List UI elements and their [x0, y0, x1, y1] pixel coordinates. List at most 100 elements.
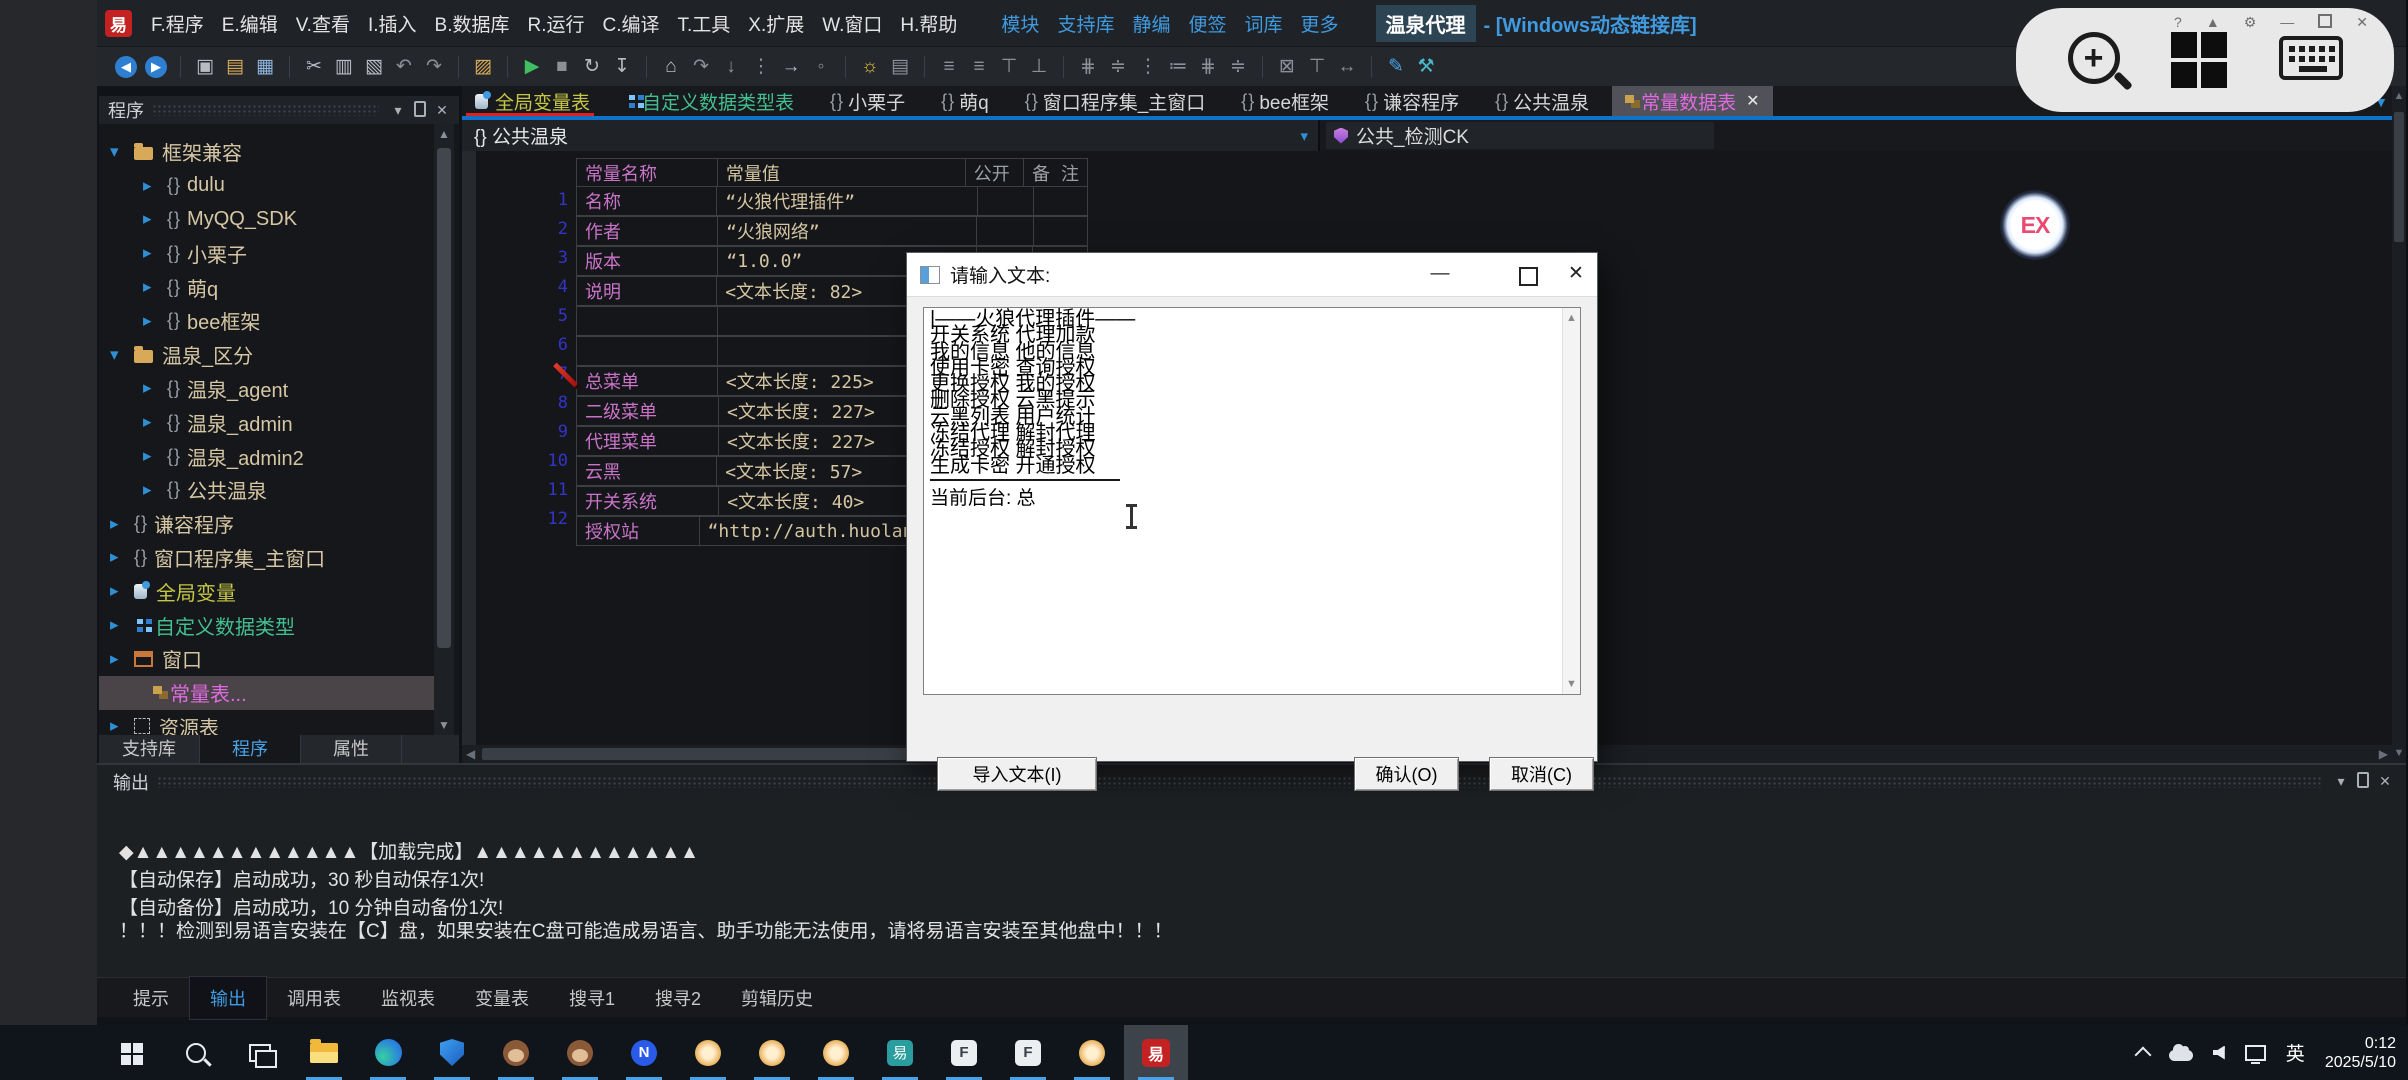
- bottom-tab-call-table[interactable]: 调用表: [267, 977, 361, 1019]
- separator[interactable]: [449, 56, 459, 78]
- constant-note-cell[interactable]: [1033, 217, 1088, 246]
- task-view-button[interactable]: [228, 1025, 292, 1080]
- settings-icon[interactable]: [2244, 14, 2257, 31]
- separator[interactable]: [836, 56, 846, 78]
- menu-extend[interactable]: X.扩展: [739, 6, 813, 41]
- tiger-app3-icon[interactable]: [804, 1025, 868, 1080]
- menu-sticky-note[interactable]: 便签: [1179, 6, 1235, 41]
- sidebar-tab-properties[interactable]: 属性: [301, 735, 402, 763]
- scope-selector[interactable]: {} 公共温泉: [462, 120, 1320, 151]
- insert-snippet-icon[interactable]: ▨: [468, 55, 498, 78]
- scope-dropdown-icon[interactable]: [1300, 127, 1308, 145]
- import-text-button[interactable]: 导入文本(I): [937, 757, 1097, 791]
- notes-icon[interactable]: ▤: [885, 55, 915, 78]
- tree-expander-icon[interactable]: ▸: [143, 176, 167, 196]
- messenger-app-icon[interactable]: N: [612, 1025, 676, 1080]
- cancel-button[interactable]: 取消(C): [1489, 757, 1594, 791]
- breakpoint-icon[interactable]: ◦: [806, 56, 836, 78]
- tree-wenquan-admin[interactable]: ▸ { } 温泉_admin: [99, 405, 434, 439]
- scroll-up-icon[interactable]: [434, 127, 454, 141]
- cut-icon[interactable]: ✂: [299, 55, 329, 78]
- menu-support-lib[interactable]: 支持库: [1048, 6, 1123, 41]
- constant-name-cell[interactable]: 名称: [577, 187, 717, 216]
- monkey-app2-icon[interactable]: [548, 1025, 612, 1080]
- scrollbar-thumb[interactable]: [437, 148, 451, 648]
- tree-myqq-sdk[interactable]: ▸ { } MyQQ_SDK: [99, 203, 434, 237]
- menu-program[interactable]: F.程序: [142, 6, 213, 41]
- menu-help[interactable]: H.帮助: [891, 6, 966, 41]
- tree-dulu[interactable]: ▸ { } dulu: [99, 169, 434, 203]
- constant-name-cell[interactable]: 说明: [577, 277, 717, 306]
- tip-icon[interactable]: ☼: [855, 56, 885, 78]
- new-file-icon[interactable]: ▣: [190, 55, 220, 78]
- tree-expander-icon[interactable]: ▸: [143, 378, 167, 398]
- onedrive-icon[interactable]: [2169, 1050, 2193, 1061]
- ex-floating-badge[interactable]: EX: [2000, 190, 2070, 260]
- tree-qianrong-program[interactable]: ▸ { } 谦容程序: [99, 507, 434, 541]
- compile-icon[interactable]: ↧: [607, 55, 637, 78]
- edge-browser-icon[interactable]: [356, 1025, 420, 1080]
- menu-tools[interactable]: T.工具: [669, 6, 740, 41]
- tree-expander-icon[interactable]: ▸: [110, 581, 134, 601]
- tree-custom-data-types[interactable]: ▸ 自定义数据类型: [99, 608, 434, 642]
- menu-edit[interactable]: E.编辑: [213, 6, 287, 41]
- menu-window[interactable]: W.窗口: [813, 6, 891, 41]
- v-space-icon[interactable]: ≔: [1163, 55, 1193, 78]
- menu-compile[interactable]: C.编译: [593, 6, 668, 41]
- bottom-tab-clip-history[interactable]: 剪辑历史: [721, 977, 833, 1019]
- tiger-app4-icon[interactable]: [1060, 1025, 1124, 1080]
- tree-const-table[interactable]: 常量表...: [99, 676, 434, 710]
- tree-expander-icon[interactable]: ▾: [110, 345, 134, 365]
- constant-value-cell[interactable]: “火狼网络”: [718, 217, 977, 246]
- close-icon[interactable]: [1559, 259, 1593, 289]
- tree-window[interactable]: ▸ 窗口: [99, 642, 434, 676]
- constant-public-cell[interactable]: [977, 217, 1033, 246]
- tree-expander-icon[interactable]: ▸: [143, 446, 167, 466]
- constant-note-cell[interactable]: [1033, 187, 1087, 216]
- tree-expander-icon[interactable]: ▸: [110, 615, 134, 635]
- tree-expander-icon[interactable]: ▸: [143, 277, 167, 297]
- member-selector[interactable]: 公共_检测CK: [1326, 122, 1714, 149]
- app-grid-icon[interactable]: [2171, 32, 2197, 58]
- constant-name-cell[interactable]: 云黑: [577, 457, 717, 486]
- tree-framework-compat[interactable]: ▾ 框架兼容: [99, 135, 434, 169]
- bottom-tab-output[interactable]: 输出: [189, 976, 267, 1020]
- tree-wenquan-admin2[interactable]: ▸ { } 温泉_admin2: [99, 439, 434, 473]
- goto-icon[interactable]: →: [776, 56, 806, 78]
- constant-name-cell[interactable]: [577, 307, 718, 336]
- white-app2-icon[interactable]: F: [996, 1025, 1060, 1080]
- tree-resource-table[interactable]: ▸ 资源表: [99, 710, 434, 735]
- tab-global-vars[interactable]: 全局变量表: [462, 86, 613, 116]
- separator[interactable]: [1054, 56, 1064, 78]
- tree-expander-icon[interactable]: ▸: [143, 243, 167, 263]
- restart-icon[interactable]: ↻: [577, 55, 607, 78]
- tab-xiaolizi[interactable]: { } 小栗子: [817, 86, 928, 116]
- scroll-left-icon[interactable]: [466, 747, 475, 761]
- search-button[interactable]: [164, 1025, 228, 1080]
- lock-icon[interactable]: ⊠: [1272, 55, 1302, 78]
- minimize-icon[interactable]: [2280, 14, 2294, 31]
- constant-name-cell[interactable]: 授权站: [577, 517, 700, 546]
- undo-icon[interactable]: ↶: [389, 55, 419, 78]
- bottom-tab-hints[interactable]: 提示: [113, 977, 189, 1019]
- scroll-up-icon[interactable]: [1563, 312, 1580, 324]
- dialog-title-bar[interactable]: 请输入文本:: [907, 253, 1597, 297]
- tree-expander-icon[interactable]: ▸: [110, 514, 134, 534]
- restore-icon[interactable]: [2318, 14, 2332, 28]
- step-into-icon[interactable]: ↓: [716, 56, 746, 78]
- copy-icon[interactable]: ▥: [329, 55, 359, 78]
- align-top-icon[interactable]: ⊤: [994, 55, 1024, 78]
- panel-close-icon[interactable]: [2374, 773, 2396, 790]
- skin-icon[interactable]: [2206, 14, 2220, 31]
- monkey-app-icon[interactable]: [484, 1025, 548, 1080]
- menu-insert[interactable]: I.插入: [359, 6, 426, 41]
- minimize-icon[interactable]: [1423, 259, 1457, 289]
- file-explorer-icon[interactable]: [292, 1025, 356, 1080]
- network-icon[interactable]: [2245, 1045, 2266, 1061]
- tiger-app-icon[interactable]: [676, 1025, 740, 1080]
- separator[interactable]: [171, 56, 181, 78]
- taskbar-clock[interactable]: 0:12 2025/5/10: [2325, 1034, 2400, 1072]
- scroll-down-icon[interactable]: [434, 718, 454, 732]
- constant-name-cell[interactable]: 作者: [577, 217, 718, 246]
- forward-icon[interactable]: ▶: [145, 56, 167, 78]
